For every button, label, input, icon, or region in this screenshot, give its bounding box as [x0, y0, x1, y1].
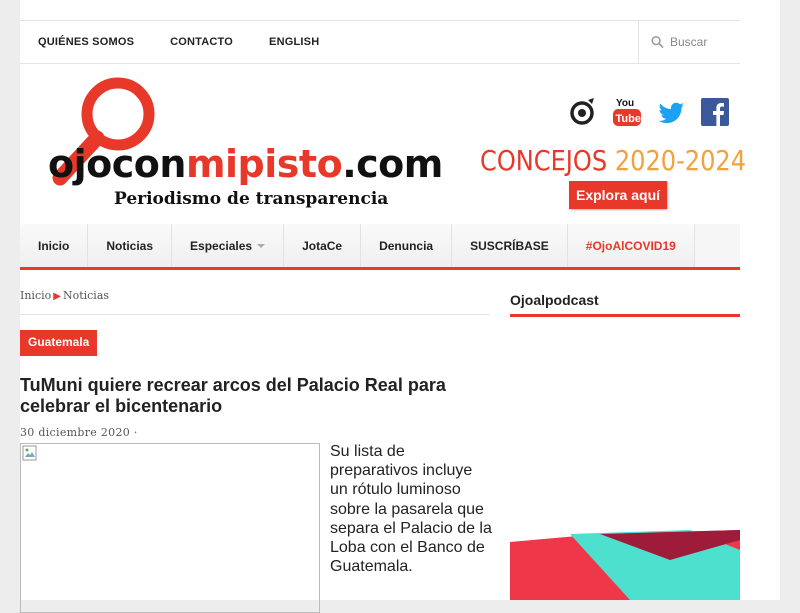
youtube-icon[interactable]: You Tube: [612, 96, 642, 128]
sidebar-divider: [510, 314, 740, 317]
svg-text:Tube: Tube: [616, 113, 641, 125]
facebook-icon[interactable]: [700, 96, 730, 128]
nav-contacto[interactable]: CONTACTO: [170, 36, 233, 48]
article-date: 30 diciembre 2020 ·: [20, 426, 138, 439]
article-excerpt: Su lista de preparativos incluye un rótu…: [330, 443, 492, 576]
nav-quienes-somos[interactable]: QUIÉNES SOMOS: [38, 36, 134, 48]
concejos-banner[interactable]: CONCEJOS 2020-2024: [480, 144, 746, 177]
concejos-years: 2020-2024: [614, 144, 747, 177]
mainnav-covid[interactable]: #OjoAlCOVID19: [567, 224, 695, 267]
mainnav-especiales-label: Especiales: [190, 238, 253, 253]
broken-image-icon: [22, 445, 37, 461]
concejos-label: CONCEJOS: [480, 144, 608, 177]
svg-text:You: You: [616, 98, 634, 109]
top-navigation: QUIÉNES SOMOS CONTACTO ENGLISH: [20, 20, 740, 64]
breadcrumb-divider: [20, 314, 490, 315]
search-icon[interactable]: [651, 35, 664, 49]
mainnav-jotace[interactable]: JotaCe: [284, 224, 362, 267]
category-badge[interactable]: Guatemala: [20, 330, 98, 356]
mainnav-noticias[interactable]: Noticias: [88, 224, 173, 267]
mainnav-inicio[interactable]: Inicio: [20, 224, 89, 267]
podcast-banner-graphic[interactable]: [510, 530, 740, 600]
chevron-down-icon: [257, 243, 266, 248]
breadcrumb-current[interactable]: Noticias: [63, 289, 109, 302]
breadcrumb-home[interactable]: Inicio: [20, 289, 51, 302]
mainnav-especiales[interactable]: Especiales: [172, 224, 285, 267]
article-image[interactable]: [20, 443, 320, 613]
sostenible-icon[interactable]: [568, 96, 598, 128]
breadcrumb-arrow-icon: ▶: [53, 291, 61, 302]
logo-tagline: Periodismo de transparencia: [114, 189, 389, 209]
nav-english[interactable]: ENGLISH: [269, 36, 319, 48]
social-links: You Tube: [568, 96, 730, 128]
article-title[interactable]: TuMuni quiere recrear arcos del Palacio …: [20, 375, 490, 417]
sidebar-podcast-title: Ojoalpodcast: [510, 292, 599, 308]
logo-wordmark: ojoconmipisto.com: [48, 142, 443, 186]
search-box: [638, 21, 740, 63]
twitter-icon[interactable]: [656, 96, 686, 128]
mainnav-denuncia[interactable]: Denuncia: [361, 224, 453, 267]
site-logo[interactable]: ojoconmipisto.com Periodismo de transpar…: [28, 76, 458, 216]
breadcrumb: Inicio ▶ Noticias: [20, 289, 109, 302]
main-navigation: Inicio Noticias Especiales JotaCe Denunc…: [20, 224, 740, 270]
mainnav-suscribase[interactable]: SUSCRÍBASE: [452, 224, 568, 267]
explora-button[interactable]: Explora aquí: [569, 181, 667, 209]
search-input[interactable]: [670, 35, 740, 49]
